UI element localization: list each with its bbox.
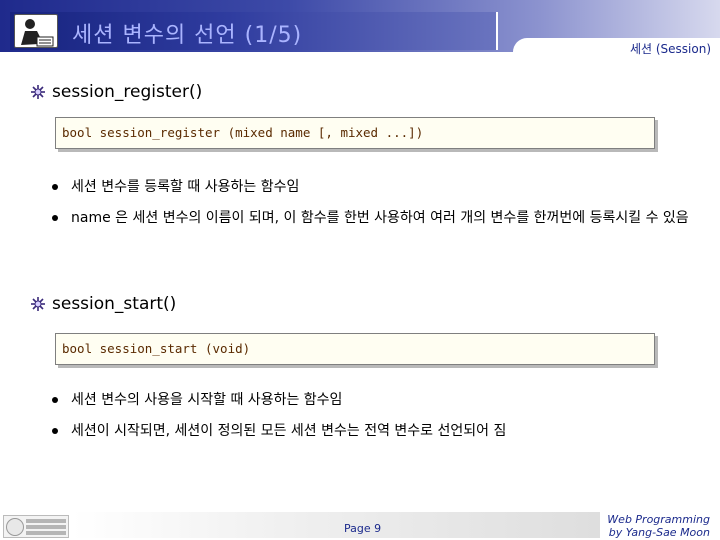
footer-bar (72, 512, 600, 538)
list-item: name 은 세션 변수의 이름이 되며, 이 함수를 한번 사용하여 여러 개… (52, 207, 702, 229)
list-item-text: 세션 변수를 등록할 때 사용하는 함수임 (71, 179, 300, 195)
heading-session-start: session_start() (30, 294, 176, 314)
code-signature-box: bool session_start (void) (55, 333, 655, 365)
list-item: 세션 변수의 사용을 시작할 때 사용하는 함수임 (52, 389, 702, 411)
bullet-burst-icon (31, 85, 45, 99)
heading-session-register: session_register() (30, 82, 202, 102)
credit-line-author: by Yang-Sae Moon (608, 526, 710, 539)
bullet-dot-icon (52, 428, 58, 434)
bullet-dot-icon (52, 184, 58, 190)
list-item: 세션 변수를 등록할 때 사용하는 함수임 (52, 176, 702, 198)
heading-label: session_start() (52, 294, 177, 314)
bullet-dot-icon (52, 215, 58, 221)
bullet-burst-icon (31, 297, 45, 311)
university-seal-icon (6, 517, 24, 536)
page-number: Page 9 (344, 522, 382, 535)
page-title: 세션 변수의 선언 (1/5) (72, 23, 303, 48)
credit-line-course: Web Programming (607, 513, 710, 526)
reader-logo-icon (14, 14, 58, 48)
heading-label: session_register() (52, 82, 203, 102)
footer-credit: Web Programming by Yang-Sae Moon (607, 513, 710, 539)
list-item-text: 세션이 시작되면, 세션이 정의된 모든 세션 변수는 전역 변수로 선언되어 … (71, 423, 507, 439)
list-item-text: name 은 세션 변수의 이름이 되며, 이 함수를 한번 사용하여 여러 개… (71, 210, 689, 226)
university-logo (3, 515, 69, 538)
bullet-dot-icon (52, 397, 58, 403)
list-item: 세션이 시작되면, 세션이 정의된 모든 세션 변수는 전역 변수로 선언되어 … (52, 420, 702, 442)
list-item-text: 세션 변수의 사용을 시작할 때 사용하는 함수임 (71, 392, 343, 408)
code-signature-box: bool session_register (mixed name [, mix… (55, 117, 655, 149)
section-label: 세션 (Session) (629, 42, 711, 56)
